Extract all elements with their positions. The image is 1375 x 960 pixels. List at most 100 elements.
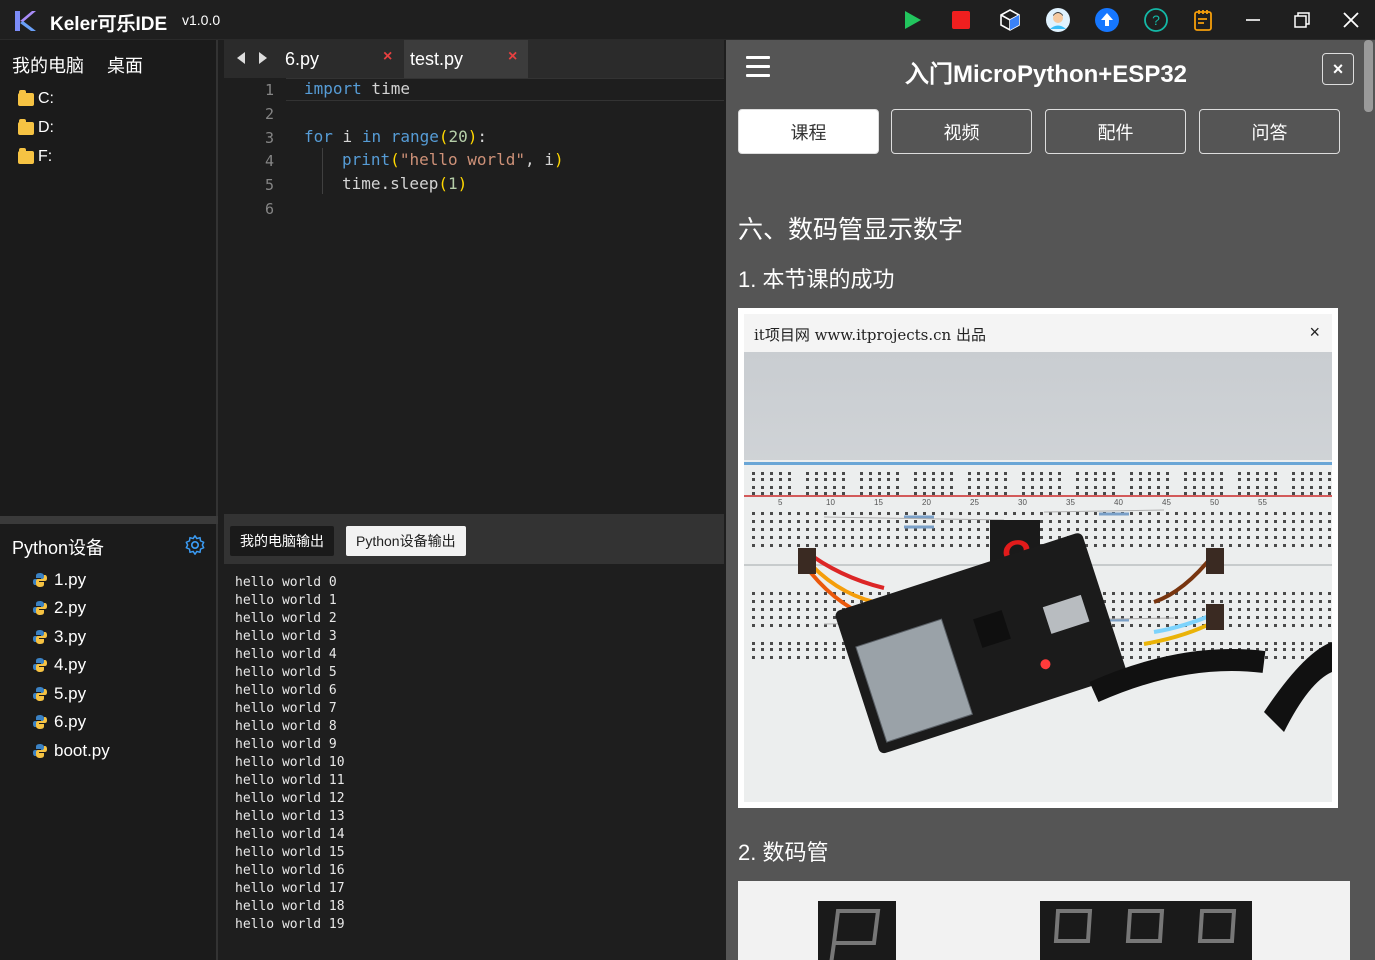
breadboard-hole — [833, 616, 836, 619]
scrollbar-track[interactable] — [1362, 40, 1375, 960]
run-icon[interactable] — [898, 6, 926, 34]
breadboard-hole — [1247, 528, 1250, 531]
breadboard-hole — [968, 512, 971, 515]
breadboard-hole — [1301, 656, 1304, 659]
breadboard-hole — [941, 472, 944, 475]
breadboard-hole — [986, 544, 989, 547]
breadboard-hole — [923, 536, 926, 539]
breadboard-hole — [1139, 528, 1142, 531]
tab-my-computer[interactable]: 我的电脑 — [12, 52, 84, 78]
breadboard-hole — [1076, 486, 1079, 489]
breadboard-hole — [1274, 492, 1277, 495]
device-file-item[interactable]: 4.py — [32, 655, 86, 675]
breadboard-hole — [1211, 600, 1214, 603]
segment-display-photo — [738, 881, 1350, 960]
breadboard-hole — [1004, 478, 1007, 481]
breadboard-hole — [1103, 592, 1106, 595]
minimize-icon[interactable] — [1239, 6, 1267, 34]
breadboard-hole — [869, 592, 872, 595]
output-console[interactable]: hello world 0 hello world 1 hello world 2 h… — [224, 564, 724, 960]
tab-my-computer-output[interactable]: 我的电脑输出 — [230, 526, 334, 556]
output-tab-bar: 我的电脑输出 Python设备输出 — [224, 514, 724, 564]
file-label: 4.py — [54, 655, 87, 674]
breadboard-hole — [995, 486, 998, 489]
close-icon[interactable] — [1337, 6, 1365, 34]
breadboard-hole — [806, 528, 809, 531]
package-icon[interactable] — [996, 6, 1024, 34]
device-file-item[interactable]: 2.py — [32, 598, 86, 618]
drive-item[interactable]: C: — [18, 89, 54, 108]
tab-video[interactable]: 视频 — [891, 109, 1032, 154]
breadboard-hole — [1121, 608, 1124, 611]
breadboard-hole — [1247, 608, 1250, 611]
breadboard-hole — [1139, 492, 1142, 495]
notes-icon[interactable] — [1190, 6, 1218, 34]
image-close-icon[interactable]: × — [1309, 322, 1320, 343]
device-file-item[interactable]: 5.py — [32, 684, 86, 704]
file-label: 1.py — [54, 570, 87, 589]
breadboard-hole — [1310, 536, 1313, 539]
output-line: hello world 0 — [235, 575, 337, 590]
breadboard-hole — [1238, 486, 1241, 489]
breadboard-hole — [1238, 472, 1241, 475]
help-icon[interactable]: ? — [1142, 6, 1170, 34]
breadboard-hole — [788, 536, 791, 539]
close-tab-icon[interactable]: × — [383, 48, 392, 66]
chevron-right-icon[interactable] — [256, 50, 270, 66]
restore-icon[interactable] — [1288, 6, 1316, 34]
upload-icon[interactable] — [1093, 6, 1121, 34]
device-file-item[interactable]: 6.py — [32, 712, 86, 732]
drive-item[interactable]: D: — [18, 118, 54, 137]
tab-desktop[interactable]: 桌面 — [107, 52, 143, 78]
breadboard-hole — [761, 492, 764, 495]
breadboard-hole — [1130, 656, 1133, 659]
breadboard-hole — [1265, 478, 1268, 481]
breadboard-hole — [1193, 592, 1196, 595]
tab-qa[interactable]: 问答 — [1199, 109, 1340, 154]
drive-item[interactable]: F: — [18, 147, 52, 166]
stop-icon[interactable] — [947, 6, 975, 34]
breadboard-hole — [1328, 492, 1331, 495]
breadboard-hole — [1319, 536, 1322, 539]
breadboard-hole — [788, 648, 791, 651]
device-file-item[interactable]: 1.py — [32, 570, 86, 590]
breadboard-hole — [1247, 492, 1250, 495]
tab-6-py[interactable]: 6.py × — [279, 40, 403, 78]
breadboard-hole — [1166, 472, 1169, 475]
breadboard-hole — [1274, 592, 1277, 595]
breadboard-hole — [833, 656, 836, 659]
close-tab-icon[interactable]: × — [508, 48, 517, 66]
avatar-icon[interactable] — [1044, 6, 1072, 34]
tab-python-device-output[interactable]: Python设备输出 — [346, 526, 466, 556]
breadboard-hole — [1202, 492, 1205, 495]
tab-course[interactable]: 课程 — [738, 109, 879, 154]
breadboard-hole — [1319, 486, 1322, 489]
scrollbar-thumb[interactable] — [1364, 40, 1373, 112]
breadboard-hole — [1301, 472, 1304, 475]
drive-label: C: — [38, 90, 54, 107]
breadboard-hole — [1148, 648, 1151, 651]
breadboard-hole — [806, 544, 809, 547]
breadboard-hole — [788, 624, 791, 627]
breadboard-hole — [779, 520, 782, 523]
output-line: hello world 13 — [235, 809, 345, 824]
breadboard-hole — [1211, 472, 1214, 475]
code-editor[interactable]: 1 2 3 4 5 6 import time for i in range(2… — [224, 78, 724, 514]
panel-splitter[interactable] — [0, 516, 218, 524]
gear-icon[interactable] — [184, 534, 206, 556]
device-file-item[interactable]: boot.py — [32, 741, 110, 761]
breadboard-hole — [779, 544, 782, 547]
breadboard-hole — [1031, 486, 1034, 489]
tab-parts[interactable]: 配件 — [1045, 109, 1186, 154]
close-panel-button[interactable]: × — [1322, 53, 1354, 85]
breadboard-hole — [1175, 520, 1178, 523]
breadboard-hole — [1085, 492, 1088, 495]
breadboard-hole — [851, 528, 854, 531]
breadboard-hole — [824, 486, 827, 489]
breadboard-hole — [788, 592, 791, 595]
chevron-left-icon[interactable] — [234, 50, 248, 66]
breadboard-hole — [1148, 528, 1151, 531]
breadboard-hole — [878, 486, 881, 489]
tab-test-py[interactable]: test.py × — [404, 40, 528, 78]
device-file-item[interactable]: 3.py — [32, 627, 86, 647]
